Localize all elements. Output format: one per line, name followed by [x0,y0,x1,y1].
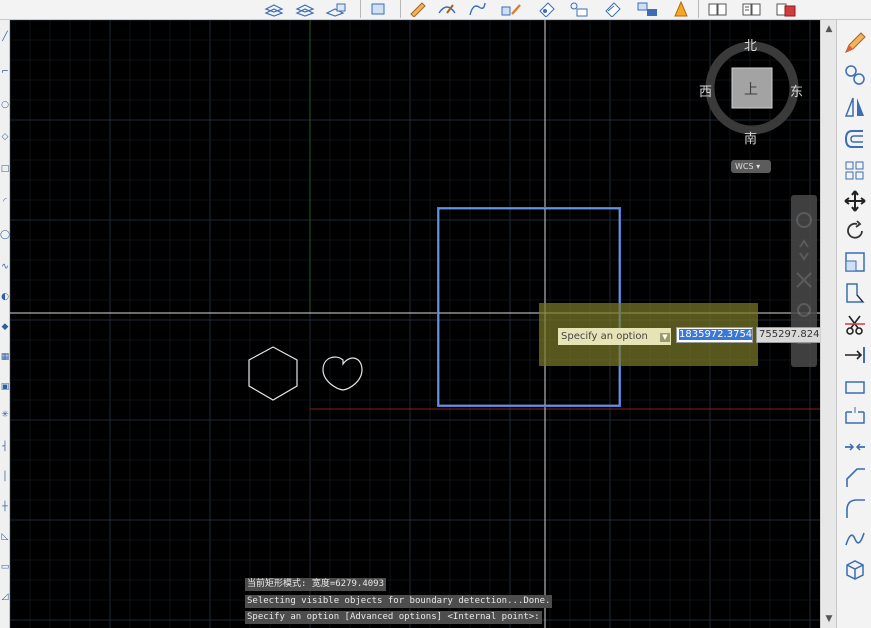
join-icon[interactable] [839,432,871,462]
compass-south[interactable]: 南 [744,128,757,147]
edit-icon[interactable] [466,0,488,18]
chamfer-icon[interactable] [839,462,871,492]
wcs-label: WCS [735,162,754,171]
spline-icon[interactable] [839,524,871,554]
command-history-line: 当前矩形模式: 宽度=6279.4093 [245,578,387,591]
extend-icon[interactable] [839,340,871,370]
edit-icon[interactable] [407,0,429,18]
cone-icon[interactable] [670,0,692,18]
attribute-icon[interactable]: ◿ [0,590,10,604]
break-at-point-icon[interactable] [839,402,871,432]
pan-icon[interactable] [799,239,809,261]
command-history-line: Selecting visible objects for boundary d… [245,595,553,608]
point-icon[interactable]: ◆ [0,320,10,334]
explode-icon[interactable] [839,554,871,584]
block-icon[interactable]: ◺ [0,530,10,544]
gradient-icon[interactable]: ▣ [0,380,10,394]
scale-icon[interactable] [839,247,871,277]
cad-application: ╱ ⌐ ○ ◇ □ ◜ ◯ ∿ ◐ ◆ ▦ ▣ ✳ ┤ │ ┼ ◺ ▭ ◿ 北 … [0,0,871,628]
compass-west[interactable]: 西 [699,81,712,100]
viewcube[interactable]: 北 南 东 西 上 [694,30,814,160]
move-icon[interactable] [839,186,871,216]
top-toolbar [0,0,871,20]
table-icon[interactable]: ┤ [0,440,10,454]
scroll-up-arrow-icon[interactable]: ▲ [821,22,837,36]
circle-icon[interactable]: ○ [0,98,10,112]
book-icon[interactable] [775,0,797,18]
array-icon[interactable] [839,156,871,186]
vertical-scrollbar[interactable]: ▲ ▼ [820,20,836,628]
insert-icon[interactable]: ▭ [0,560,10,574]
ellipse-icon[interactable]: ◐ [0,290,10,304]
edit-icon[interactable] [500,0,522,18]
edit-icon[interactable] [602,0,624,18]
spline-icon[interactable]: ∿ [0,260,10,274]
y-coordinate-input[interactable]: 755297.8246 [756,327,828,343]
circle-icon[interactable]: ◯ [0,228,10,242]
text-icon[interactable]: │ [0,470,10,484]
full-navigation-wheel-icon[interactable] [796,212,812,228]
rectangle-icon[interactable]: □ [0,162,10,176]
compass-north[interactable]: 北 [744,35,757,54]
mtext-icon[interactable]: ┼ [0,500,10,514]
right-toolbar [836,20,871,628]
x-coordinate-input[interactable]: 1835972.3754 [676,327,753,343]
circles-icon[interactable] [839,60,871,90]
layer-icon[interactable] [263,0,285,18]
line-icon[interactable]: ╱ [0,30,10,44]
edit-icon[interactable] [436,0,458,18]
layer-icon[interactable] [325,0,347,18]
region-icon[interactable]: ✳ [0,408,10,422]
rotate-icon[interactable] [839,216,871,246]
arc-icon[interactable]: ◜ [0,195,10,209]
scroll-down-arrow-icon[interactable]: ▼ [821,612,837,626]
break-icon[interactable] [839,372,871,402]
polyline-icon[interactable]: ⌐ [0,65,10,79]
wcs-button[interactable]: WCS ▾ [731,160,771,173]
polygon-icon[interactable]: ◇ [0,130,10,144]
edit-icon[interactable] [536,0,558,18]
offset-icon[interactable] [839,124,871,154]
zoom-icon[interactable] [796,272,812,288]
command-prompt-line[interactable]: Specify an option [Advanced options] <In… [245,611,542,624]
dropdown-arrow-icon[interactable]: ▼ [660,333,670,342]
fillet-icon[interactable] [839,493,871,523]
dynamic-input-prompt: Specify an option [558,328,671,345]
mirror-icon[interactable] [839,92,871,122]
viewcube-face-label[interactable]: 上 [744,79,758,99]
compass-east[interactable]: 东 [790,81,803,100]
heart-shape[interactable] [322,356,363,391]
x-coordinate-value: 1835972.3754 [679,329,753,340]
book-icon[interactable] [741,0,763,18]
rectangle-icon[interactable] [368,0,390,18]
book-icon[interactable] [707,0,729,18]
pencil-icon[interactable] [839,28,871,58]
edit-icon[interactable] [568,0,590,18]
stretch-icon[interactable] [839,278,871,308]
left-toolbar: ╱ ⌐ ○ ◇ □ ◜ ◯ ∿ ◐ ◆ ▦ ▣ ✳ ┤ │ ┼ ◺ ▭ ◿ [0,20,10,628]
orbit-icon[interactable] [797,303,811,317]
trim-icon[interactable] [839,310,871,340]
layer-icon[interactable] [294,0,316,18]
hatch-icon[interactable]: ▦ [0,350,10,364]
edit-icon[interactable] [636,0,658,18]
